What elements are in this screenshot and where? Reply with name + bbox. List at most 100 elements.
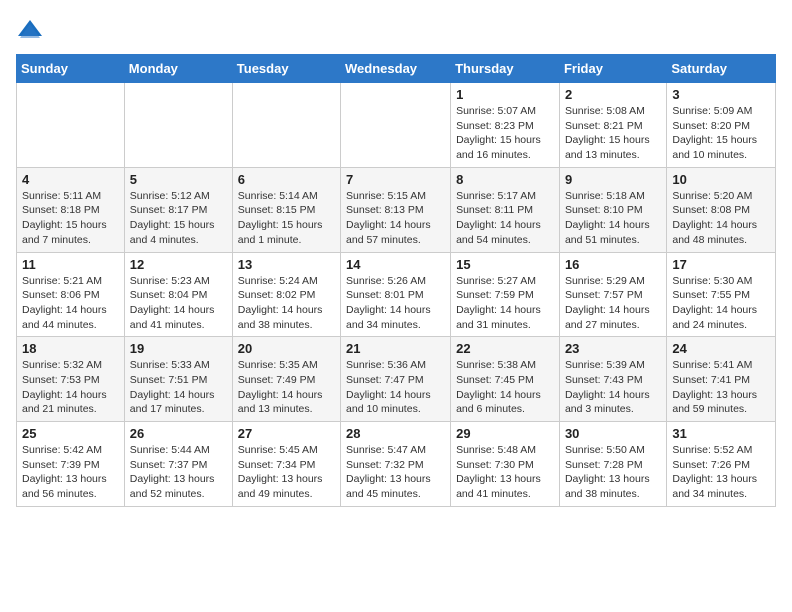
day-number: 8 bbox=[456, 172, 554, 187]
calendar-cell: 31Sunrise: 5:52 AM Sunset: 7:26 PM Dayli… bbox=[667, 422, 776, 507]
day-number: 16 bbox=[565, 257, 661, 272]
calendar-cell: 2Sunrise: 5:08 AM Sunset: 8:21 PM Daylig… bbox=[559, 83, 666, 168]
logo bbox=[16, 16, 48, 44]
day-number: 4 bbox=[22, 172, 119, 187]
calendar-cell: 16 Sunrise: 5:29 AM Sunset: 7:57 PM Dayli… bbox=[559, 252, 666, 337]
day-info: Sunrise: 5:45 AM Sunset: 7:34 PM Dayligh… bbox=[238, 443, 335, 502]
day-number: 11 bbox=[22, 257, 119, 272]
header-cell-saturday: Saturday bbox=[667, 55, 776, 83]
calendar-cell: 20 Sunrise: 5:35 AM Sunset: 7:49 PM Dayli… bbox=[232, 337, 340, 422]
calendar-cell: 3Sunrise: 5:09 AM Sunset: 8:20 PM Daylig… bbox=[667, 83, 776, 168]
day-info: Sunrise: 5:20 AM Sunset: 8:08 PM Dayligh… bbox=[672, 189, 770, 248]
page-header bbox=[16, 16, 776, 44]
calendar-cell: 15 Sunrise: 5:27 AM Sunset: 7:59 PM Dayli… bbox=[451, 252, 560, 337]
calendar-cell: 6Sunrise: 5:14 AM Sunset: 8:15 PM Daylig… bbox=[232, 167, 340, 252]
day-info: Sunrise: 5:26 AM Sunset: 8:01 PM Dayligh… bbox=[346, 274, 445, 333]
calendar-cell: 5 Sunrise: 5:12 AM Sunset: 8:17 PM Daylig… bbox=[124, 167, 232, 252]
day-number: 20 bbox=[238, 341, 335, 356]
calendar-cell: 10 Sunrise: 5:20 AM Sunset: 8:08 PM Dayli… bbox=[667, 167, 776, 252]
calendar-cell: 22 Sunrise: 5:38 AM Sunset: 7:45 PM Dayli… bbox=[451, 337, 560, 422]
week-row-5: 25 Sunrise: 5:42 AM Sunset: 7:39 PM Dayli… bbox=[17, 422, 776, 507]
day-info: Sunrise: 5:41 AM Sunset: 7:41 PM Dayligh… bbox=[672, 358, 770, 417]
day-number: 28 bbox=[346, 426, 445, 441]
day-info: Sunrise: 5:15 AM Sunset: 8:13 PM Dayligh… bbox=[346, 189, 445, 248]
day-info: Sunrise: 5:47 AM Sunset: 7:32 PM Dayligh… bbox=[346, 443, 445, 502]
calendar-cell: 8 Sunrise: 5:17 AM Sunset: 8:11 PM Daylig… bbox=[451, 167, 560, 252]
day-info: Sunrise: 5:29 AM Sunset: 7:57 PM Dayligh… bbox=[565, 274, 661, 333]
calendar-cell: 18Sunrise: 5:32 AM Sunset: 7:53 PM Dayli… bbox=[17, 337, 125, 422]
day-number: 9 bbox=[565, 172, 661, 187]
day-info: Sunrise: 5:09 AM Sunset: 8:20 PM Dayligh… bbox=[672, 104, 770, 163]
day-info: Sunrise: 5:50 AM Sunset: 7:28 PM Dayligh… bbox=[565, 443, 661, 502]
header-cell-tuesday: Tuesday bbox=[232, 55, 340, 83]
calendar-cell: 7 Sunrise: 5:15 AM Sunset: 8:13 PM Daylig… bbox=[341, 167, 451, 252]
day-number: 26 bbox=[130, 426, 227, 441]
day-number: 1 bbox=[456, 87, 554, 102]
calendar-table: SundayMondayTuesdayWednesdayThursdayFrid… bbox=[16, 54, 776, 507]
calendar-cell: 26 Sunrise: 5:44 AM Sunset: 7:37 PM Dayli… bbox=[124, 422, 232, 507]
day-number: 15 bbox=[456, 257, 554, 272]
day-info: Sunrise: 5:38 AM Sunset: 7:45 PM Dayligh… bbox=[456, 358, 554, 417]
calendar-cell bbox=[17, 83, 125, 168]
day-number: 21 bbox=[346, 341, 445, 356]
header-cell-friday: Friday bbox=[559, 55, 666, 83]
day-number: 27 bbox=[238, 426, 335, 441]
day-number: 5 bbox=[130, 172, 227, 187]
calendar-cell: 25 Sunrise: 5:42 AM Sunset: 7:39 PM Dayli… bbox=[17, 422, 125, 507]
calendar-cell bbox=[341, 83, 451, 168]
calendar-cell: 29 Sunrise: 5:48 AM Sunset: 7:30 PM Dayli… bbox=[451, 422, 560, 507]
calendar-cell: 27 Sunrise: 5:45 AM Sunset: 7:34 PM Dayli… bbox=[232, 422, 340, 507]
calendar-cell: 14 Sunrise: 5:26 AM Sunset: 8:01 PM Dayli… bbox=[341, 252, 451, 337]
day-number: 7 bbox=[346, 172, 445, 187]
day-info: Sunrise: 5:35 AM Sunset: 7:49 PM Dayligh… bbox=[238, 358, 335, 417]
header-row: SundayMondayTuesdayWednesdayThursdayFrid… bbox=[17, 55, 776, 83]
day-info: Sunrise: 5:42 AM Sunset: 7:39 PM Dayligh… bbox=[22, 443, 119, 502]
header-cell-thursday: Thursday bbox=[451, 55, 560, 83]
day-info: Sunrise: 5:21 AM Sunset: 8:06 PM Dayligh… bbox=[22, 274, 119, 333]
calendar-cell: 21 Sunrise: 5:36 AM Sunset: 7:47 PM Dayli… bbox=[341, 337, 451, 422]
week-row-3: 11 Sunrise: 5:21 AM Sunset: 8:06 PM Dayli… bbox=[17, 252, 776, 337]
header-cell-monday: Monday bbox=[124, 55, 232, 83]
day-number: 22 bbox=[456, 341, 554, 356]
week-row-1: 1 Sunrise: 5:07 AM Sunset: 8:23 PM Daylig… bbox=[17, 83, 776, 168]
day-info: Sunrise: 5:23 AM Sunset: 8:04 PM Dayligh… bbox=[130, 274, 227, 333]
calendar-cell: 23 Sunrise: 5:39 AM Sunset: 7:43 PM Dayli… bbox=[559, 337, 666, 422]
header-cell-wednesday: Wednesday bbox=[341, 55, 451, 83]
day-number: 19 bbox=[130, 341, 227, 356]
day-number: 24 bbox=[672, 341, 770, 356]
day-number: 17 bbox=[672, 257, 770, 272]
day-number: 23 bbox=[565, 341, 661, 356]
day-info: Sunrise: 5:36 AM Sunset: 7:47 PM Dayligh… bbox=[346, 358, 445, 417]
day-info: Sunrise: 5:44 AM Sunset: 7:37 PM Dayligh… bbox=[130, 443, 227, 502]
day-number: 2 bbox=[565, 87, 661, 102]
calendar-cell: 30Sunrise: 5:50 AM Sunset: 7:28 PM Dayli… bbox=[559, 422, 666, 507]
week-row-4: 18Sunrise: 5:32 AM Sunset: 7:53 PM Dayli… bbox=[17, 337, 776, 422]
day-info: Sunrise: 5:27 AM Sunset: 7:59 PM Dayligh… bbox=[456, 274, 554, 333]
day-info: Sunrise: 5:17 AM Sunset: 8:11 PM Dayligh… bbox=[456, 189, 554, 248]
week-row-2: 4 Sunrise: 5:11 AM Sunset: 8:18 PM Daylig… bbox=[17, 167, 776, 252]
calendar-cell: 11 Sunrise: 5:21 AM Sunset: 8:06 PM Dayli… bbox=[17, 252, 125, 337]
calendar-cell: 12 Sunrise: 5:23 AM Sunset: 8:04 PM Dayli… bbox=[124, 252, 232, 337]
calendar-cell bbox=[232, 83, 340, 168]
day-info: Sunrise: 5:11 AM Sunset: 8:18 PM Dayligh… bbox=[22, 189, 119, 248]
day-number: 31 bbox=[672, 426, 770, 441]
day-info: Sunrise: 5:48 AM Sunset: 7:30 PM Dayligh… bbox=[456, 443, 554, 502]
calendar-cell: 24 Sunrise: 5:41 AM Sunset: 7:41 PM Dayli… bbox=[667, 337, 776, 422]
calendar-cell bbox=[124, 83, 232, 168]
day-number: 6 bbox=[238, 172, 335, 187]
day-number: 12 bbox=[130, 257, 227, 272]
day-info: Sunrise: 5:39 AM Sunset: 7:43 PM Dayligh… bbox=[565, 358, 661, 417]
day-number: 25 bbox=[22, 426, 119, 441]
day-number: 14 bbox=[346, 257, 445, 272]
day-number: 18 bbox=[22, 341, 119, 356]
day-number: 10 bbox=[672, 172, 770, 187]
calendar-cell: 1 Sunrise: 5:07 AM Sunset: 8:23 PM Daylig… bbox=[451, 83, 560, 168]
logo-icon bbox=[16, 16, 44, 44]
header-cell-sunday: Sunday bbox=[17, 55, 125, 83]
day-number: 29 bbox=[456, 426, 554, 441]
day-info: Sunrise: 5:24 AM Sunset: 8:02 PM Dayligh… bbox=[238, 274, 335, 333]
day-info: Sunrise: 5:18 AM Sunset: 8:10 PM Dayligh… bbox=[565, 189, 661, 248]
day-info: Sunrise: 5:12 AM Sunset: 8:17 PM Dayligh… bbox=[130, 189, 227, 248]
day-info: Sunrise: 5:07 AM Sunset: 8:23 PM Dayligh… bbox=[456, 104, 554, 163]
calendar-header: SundayMondayTuesdayWednesdayThursdayFrid… bbox=[17, 55, 776, 83]
